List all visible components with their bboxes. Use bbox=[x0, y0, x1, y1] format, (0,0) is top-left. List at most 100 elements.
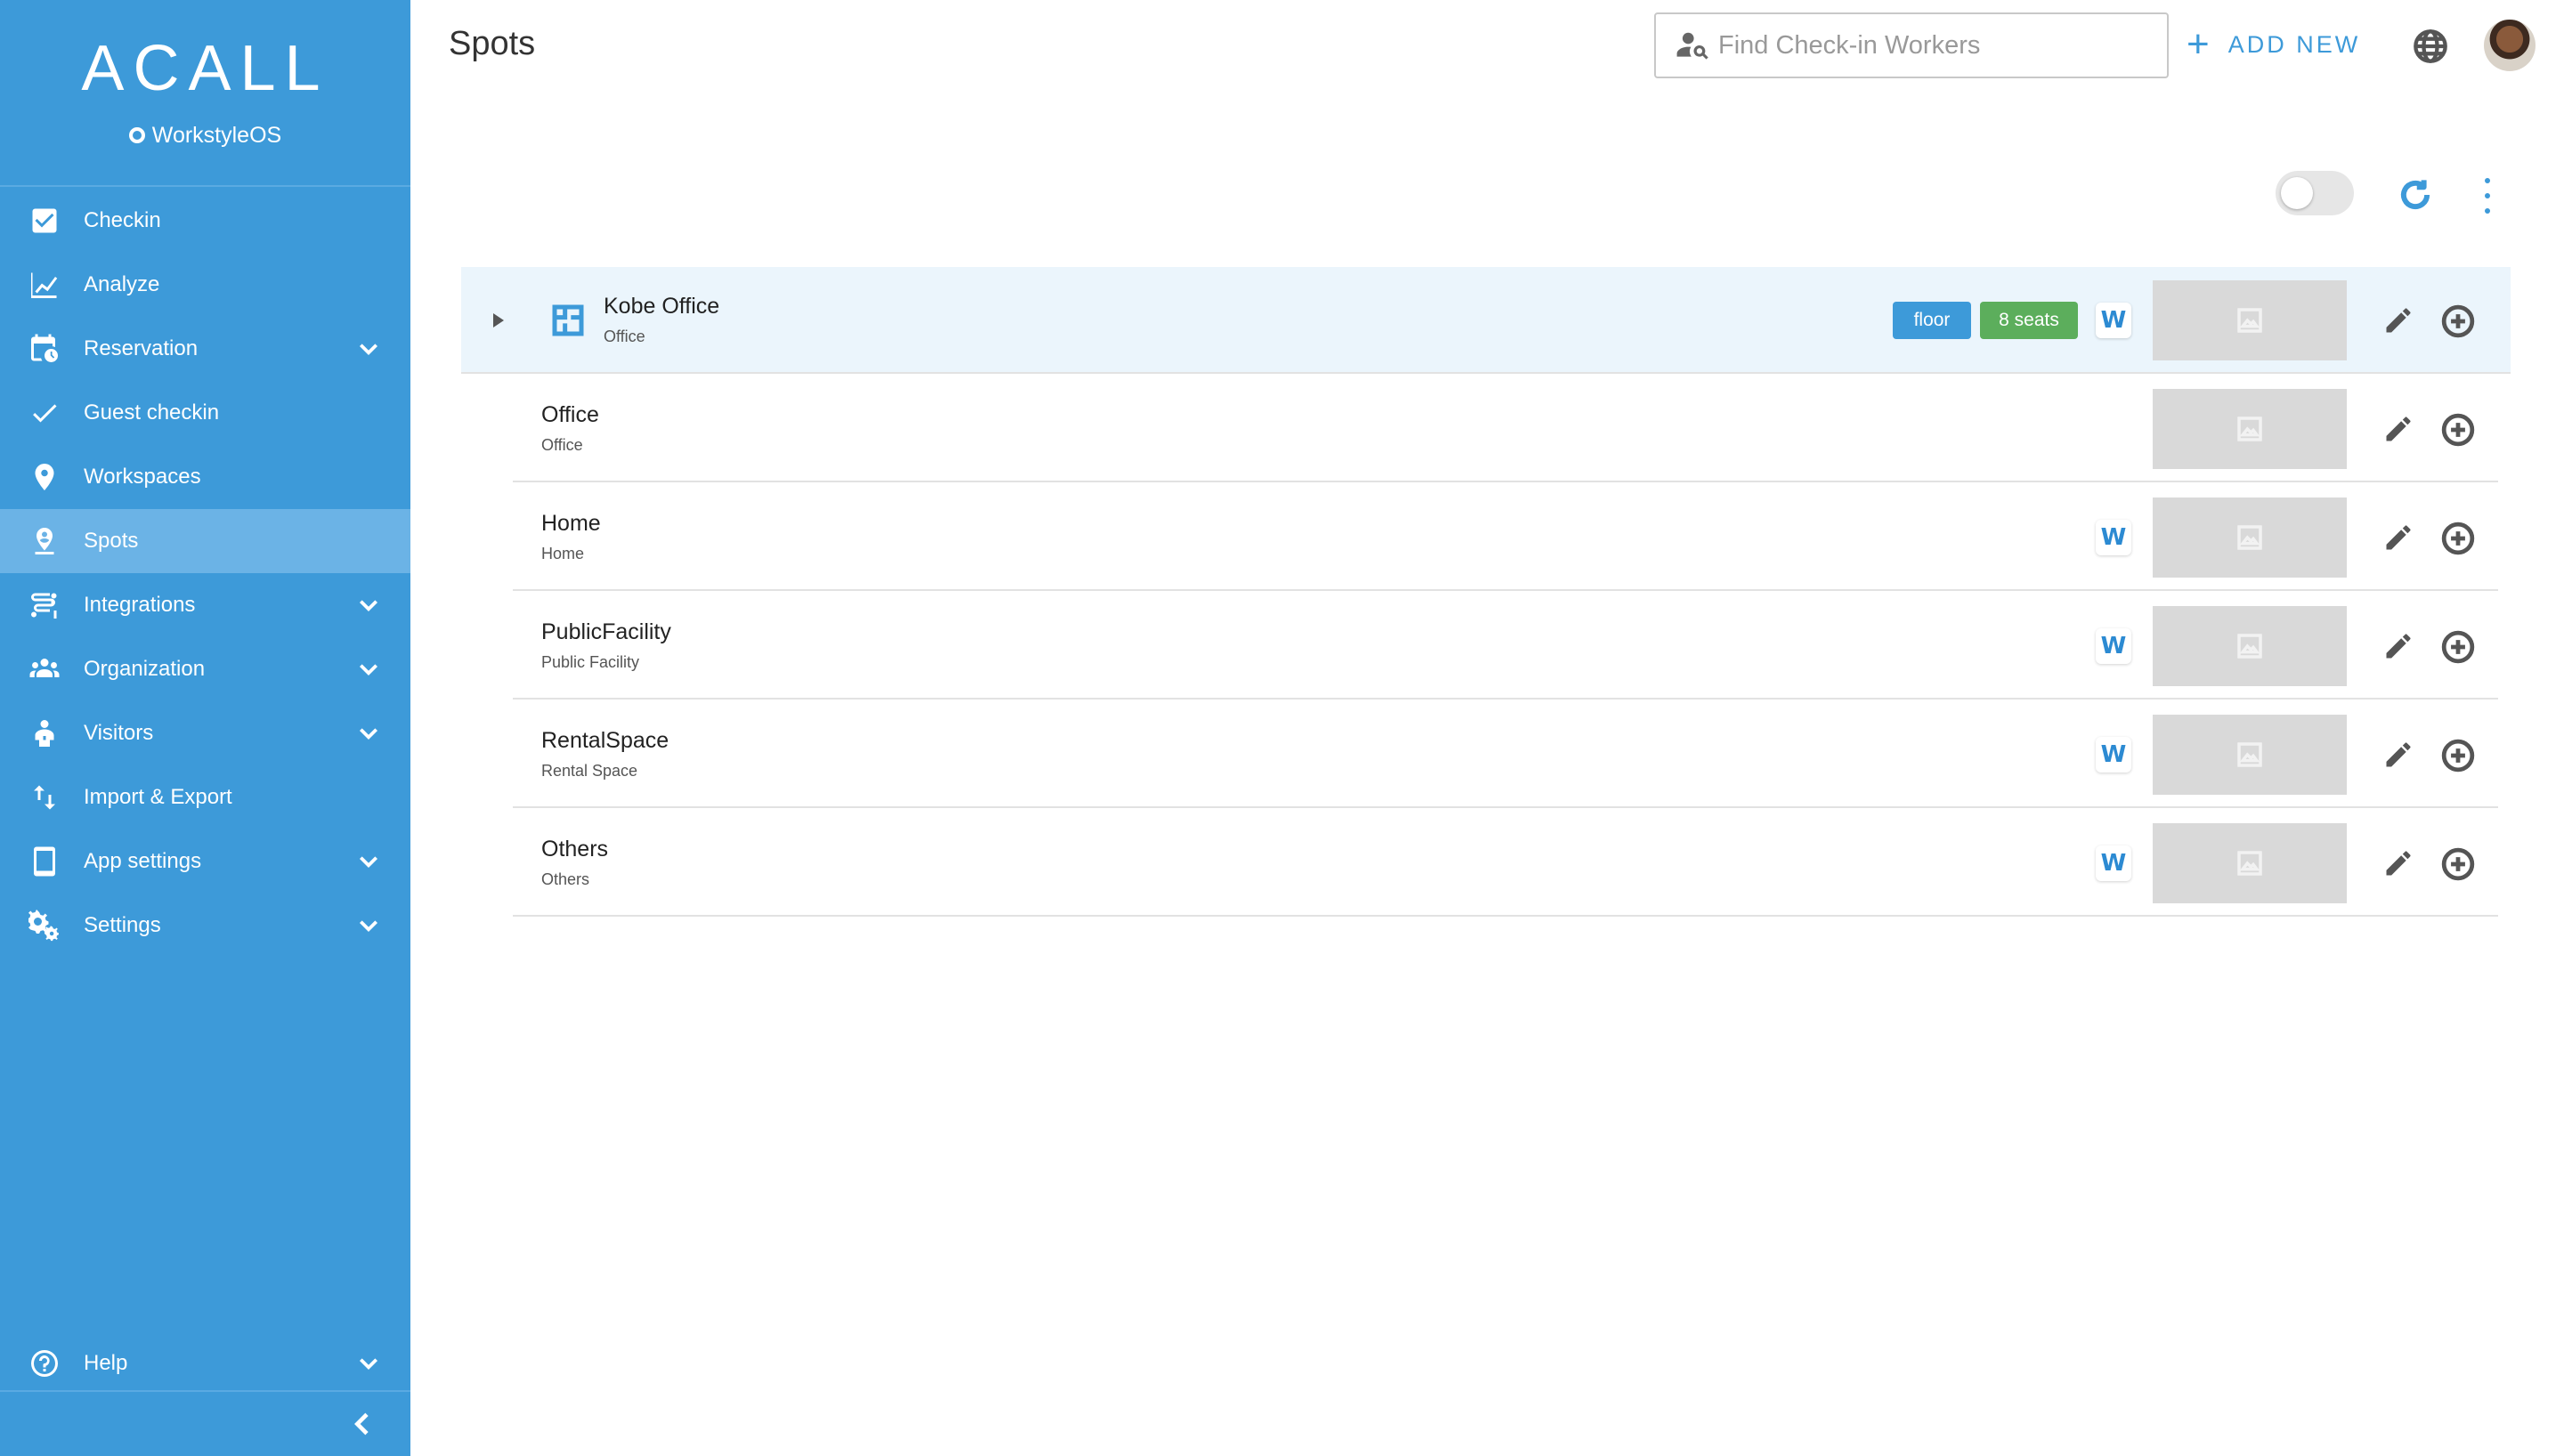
add-child-circle-icon[interactable] bbox=[2441, 847, 2475, 881]
sidebar-item-label: Analyze bbox=[84, 272, 160, 296]
sidebar-item-label: Visitors bbox=[84, 721, 154, 745]
chart-line-icon bbox=[27, 267, 62, 303]
spot-type: Others bbox=[541, 870, 590, 888]
add-child-circle-icon[interactable] bbox=[2441, 630, 2475, 664]
sidebar-item-label: Workspaces bbox=[84, 465, 201, 489]
acall-logo[interactable]: ACALL bbox=[0, 0, 410, 105]
chevron-down-icon[interactable] bbox=[357, 850, 380, 873]
spot-name: Kobe Office bbox=[604, 294, 720, 319]
w-app-icon[interactable]: W bbox=[2096, 737, 2131, 772]
add-new-button[interactable]: + ADD NEW bbox=[2187, 25, 2360, 64]
import-export-icon bbox=[27, 780, 62, 815]
seats-badge: 8 seats bbox=[1980, 302, 2078, 339]
spot-type: Home bbox=[541, 545, 585, 562]
sidebar-item-import-export[interactable]: Import & Export bbox=[0, 765, 410, 829]
people-icon bbox=[27, 651, 62, 687]
sidebar-item-checkin[interactable]: Checkin bbox=[0, 189, 410, 253]
spot-row[interactable]: RentalSpace Rental Space W bbox=[513, 701, 2498, 808]
add-child-circle-icon[interactable] bbox=[2441, 522, 2475, 555]
floor-badge: floor bbox=[1893, 302, 1971, 339]
add-child-circle-icon[interactable] bbox=[2441, 413, 2475, 447]
sidebar-item-visitors[interactable]: Visitors bbox=[0, 701, 410, 765]
sidebar-item-label: Checkin bbox=[84, 208, 161, 232]
chevron-down-icon[interactable] bbox=[357, 1352, 380, 1375]
spot-name: PublicFacility bbox=[541, 619, 671, 644]
edit-pencil-icon[interactable] bbox=[2382, 413, 2414, 445]
plus-icon: + bbox=[2187, 22, 2212, 66]
w-app-icon[interactable]: W bbox=[2096, 520, 2131, 555]
check-icon bbox=[27, 395, 62, 431]
brand: ACALL WorkstyleOS bbox=[0, 0, 410, 187]
chevron-down-icon[interactable] bbox=[357, 658, 380, 681]
spot-row[interactable]: PublicFacility Public Facility W bbox=[513, 593, 2498, 700]
w-app-icon[interactable]: W bbox=[2096, 845, 2131, 881]
edit-pencil-icon[interactable] bbox=[2382, 847, 2414, 879]
add-child-circle-icon[interactable] bbox=[2441, 304, 2475, 338]
spot-row[interactable]: Home Home W bbox=[513, 484, 2498, 591]
sidebar-item-label: Organization bbox=[84, 657, 206, 681]
w-app-icon[interactable]: W bbox=[2096, 303, 2131, 338]
toggle-knob bbox=[2281, 177, 2313, 209]
sidebar-item-label: Import & Export bbox=[84, 785, 232, 809]
calendar-clock-icon bbox=[27, 331, 62, 367]
sidebar-item-label: Help bbox=[84, 1351, 128, 1375]
spot-row[interactable]: Others Others W bbox=[513, 810, 2498, 917]
spot-image-placeholder[interactable] bbox=[2153, 280, 2347, 360]
sidebar-item-workspaces[interactable]: Workspaces bbox=[0, 445, 410, 509]
spot-type: Office bbox=[604, 328, 645, 345]
edit-pencil-icon[interactable] bbox=[2382, 739, 2414, 771]
sidebar-item-app-settings[interactable]: App settings bbox=[0, 829, 410, 894]
spot-name: Others bbox=[541, 837, 609, 861]
spot-name: RentalSpace bbox=[541, 728, 669, 753]
person-pin-icon bbox=[27, 523, 62, 559]
sidebar-item-help[interactable]: Help bbox=[0, 1331, 410, 1395]
sidebar-item-label: Reservation bbox=[84, 336, 199, 360]
spot-type: Public Facility bbox=[541, 653, 640, 671]
sidebar-item-reservation[interactable]: Reservation bbox=[0, 317, 410, 381]
workstyleos-tagline: WorkstyleOS bbox=[0, 123, 410, 149]
add-child-circle-icon[interactable] bbox=[2441, 739, 2475, 772]
avatar[interactable] bbox=[2484, 20, 2536, 71]
sidebar: ACALL WorkstyleOS Checkin Analyze Reserv… bbox=[0, 0, 410, 1456]
page-title: Spots bbox=[449, 25, 536, 62]
spot-image-placeholder[interactable] bbox=[2153, 389, 2347, 469]
chevron-down-icon[interactable] bbox=[357, 337, 380, 360]
spot-image-placeholder[interactable] bbox=[2153, 715, 2347, 795]
spot-name: Office bbox=[541, 402, 599, 427]
chevron-down-icon[interactable] bbox=[357, 594, 380, 617]
collapse-sidebar-icon[interactable] bbox=[349, 1410, 377, 1438]
spot-image-placeholder[interactable] bbox=[2153, 606, 2347, 686]
visitor-icon bbox=[27, 716, 62, 751]
sidebar-item-label: Guest checkin bbox=[84, 400, 220, 425]
add-new-label: ADD NEW bbox=[2227, 30, 2361, 58]
spot-row[interactable]: Office Office bbox=[513, 376, 2498, 482]
edit-pencil-icon[interactable] bbox=[2382, 522, 2414, 554]
tablet-icon bbox=[27, 844, 62, 879]
chevron-down-icon[interactable] bbox=[357, 722, 380, 745]
sidebar-item-settings[interactable]: Settings bbox=[0, 894, 410, 958]
sidebar-item-spots[interactable]: Spots bbox=[0, 509, 410, 573]
refresh-icon[interactable] bbox=[2397, 176, 2434, 214]
w-app-icon[interactable]: W bbox=[2096, 628, 2131, 664]
edit-pencil-icon[interactable] bbox=[2382, 630, 2414, 662]
globe-icon[interactable] bbox=[2413, 28, 2448, 64]
search-box[interactable] bbox=[1654, 12, 2169, 78]
edit-pencil-icon[interactable] bbox=[2382, 304, 2414, 336]
sidebar-item-label: Settings bbox=[84, 913, 161, 937]
more-vert-icon[interactable] bbox=[2480, 178, 2495, 214]
spot-type: Office bbox=[541, 436, 583, 454]
workstyleos-ring-icon bbox=[128, 127, 145, 143]
search-input[interactable] bbox=[1718, 30, 2137, 61]
sidebar-item-guest-checkin[interactable]: Guest checkin bbox=[0, 381, 410, 445]
expand-arrow-icon[interactable] bbox=[488, 308, 509, 333]
help-circle-icon bbox=[27, 1346, 62, 1381]
sidebar-item-label: Integrations bbox=[84, 593, 196, 617]
spot-row-root[interactable]: Kobe Office Office floor 8 seats W bbox=[461, 267, 2511, 374]
sidebar-item-organization[interactable]: Organization bbox=[0, 637, 410, 701]
sidebar-item-analyze[interactable]: Analyze bbox=[0, 253, 410, 317]
spot-image-placeholder[interactable] bbox=[2153, 823, 2347, 903]
view-toggle[interactable] bbox=[2276, 171, 2354, 215]
chevron-down-icon[interactable] bbox=[357, 914, 380, 937]
sidebar-item-integrations[interactable]: Integrations bbox=[0, 573, 410, 637]
spot-image-placeholder[interactable] bbox=[2153, 497, 2347, 578]
